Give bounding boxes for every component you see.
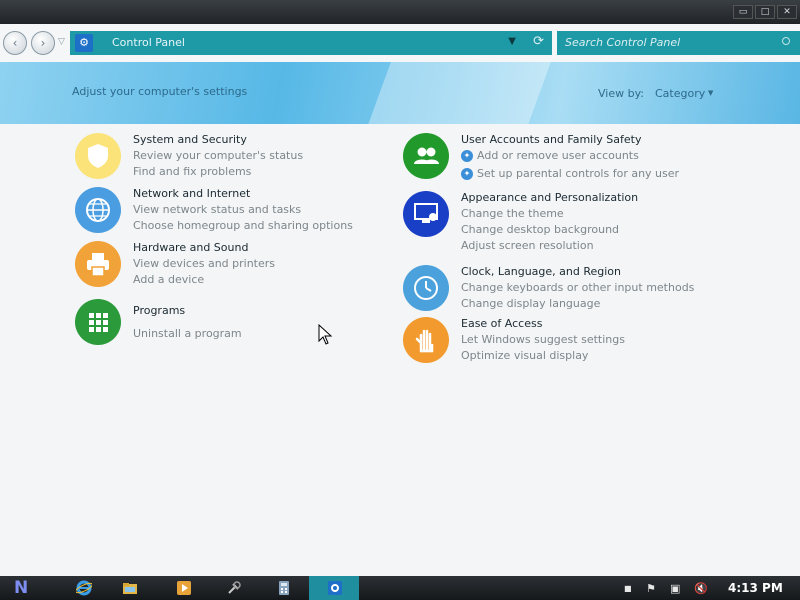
file-explorer-icon xyxy=(123,583,137,594)
close-button[interactable]: ✕ xyxy=(777,5,797,19)
category-link[interactable]: Add a device xyxy=(133,273,204,286)
category-link[interactable]: Change the theme xyxy=(461,207,564,220)
media-player-icon xyxy=(177,581,191,595)
category-clock-language: Clock, Language, and Region Change keybo… xyxy=(403,265,723,315)
apps-grid-icon[interactable] xyxy=(75,299,121,345)
uac-shield-icon: ✦ xyxy=(461,150,473,162)
category-title[interactable]: System and Security xyxy=(133,133,247,146)
globe-icon[interactable] xyxy=(75,187,121,233)
tray-overflow-icon[interactable]: ■ xyxy=(624,584,632,593)
taskbar-internet-explorer[interactable] xyxy=(58,576,108,600)
category-link[interactable]: View devices and printers xyxy=(133,257,275,270)
uac-shield-icon: ✦ xyxy=(461,168,473,180)
category-title[interactable]: Hardware and Sound xyxy=(133,241,248,254)
category-hardware-sound: Hardware and Sound View devices and prin… xyxy=(75,241,375,291)
network-icon[interactable]: ▣ xyxy=(670,582,680,595)
start-button[interactable]: N xyxy=(14,578,28,598)
minimize-button[interactable]: ▭ xyxy=(733,5,753,19)
flag-icon[interactable]: ⚑ xyxy=(646,582,656,595)
volume-muted-icon[interactable]: 🔇 xyxy=(694,582,708,595)
taskbar-media-player[interactable] xyxy=(158,576,208,600)
category-link[interactable]: Change desktop background xyxy=(461,223,619,236)
maximize-button[interactable]: □ xyxy=(755,5,775,19)
category-link[interactable]: Uninstall a program xyxy=(133,327,242,340)
category-link[interactable]: Find and fix problems xyxy=(133,165,251,178)
category-link[interactable]: Change keyboards or other input methods xyxy=(461,281,694,294)
category-title[interactable]: Programs xyxy=(133,304,185,317)
forward-button[interactable]: › xyxy=(31,31,55,55)
category-appearance: Appearance and Personalization Change th… xyxy=(403,191,723,255)
hand-icon[interactable] xyxy=(403,317,449,363)
mouse-cursor-icon xyxy=(318,324,333,345)
category-link[interactable]: Change display language xyxy=(461,297,600,310)
search-box[interactable]: Search Control Panel xyxy=(557,31,800,55)
address-toolbar: ‹ › ▽ ⚙ Control Panel ▼ ⟳ Search Control… xyxy=(0,24,800,62)
chevron-down-icon[interactable]: ▼ xyxy=(708,89,713,97)
monitor-icon[interactable] xyxy=(403,191,449,237)
address-bar[interactable]: ⚙ Control Panel ▼ ⟳ xyxy=(70,31,552,55)
category-ease-of-access: Ease of Access Let Windows suggest setti… xyxy=(403,317,723,367)
taskbar-file-explorer[interactable] xyxy=(104,576,154,600)
category-user-accounts: User Accounts and Family Safety ✦ Add or… xyxy=(403,133,723,183)
page-title: Adjust your computer's settings xyxy=(72,85,248,98)
category-title[interactable]: Ease of Access xyxy=(461,317,542,330)
control-panel-icon xyxy=(328,581,342,595)
search-icon[interactable] xyxy=(782,37,790,45)
users-icon[interactable] xyxy=(403,133,449,179)
view-by-label: View by: xyxy=(598,87,644,100)
search-input[interactable]: Search Control Panel xyxy=(565,36,680,49)
back-button[interactable]: ‹ xyxy=(3,31,27,55)
control-panel-icon: ⚙ xyxy=(75,34,93,52)
taskbar-calculator[interactable] xyxy=(258,576,308,600)
printer-icon[interactable] xyxy=(75,241,121,287)
link-label: Set up parental controls for any user xyxy=(477,167,680,180)
window-titlebar: ▭ □ ✕ xyxy=(0,0,800,24)
taskbar-tools[interactable] xyxy=(208,576,258,600)
link-label: Add or remove user accounts xyxy=(477,149,639,162)
category-link[interactable]: Adjust screen resolution xyxy=(461,239,594,252)
category-system-security: System and Security Review your computer… xyxy=(75,133,375,183)
clock-icon[interactable] xyxy=(403,265,449,311)
category-title[interactable]: Appearance and Personalization xyxy=(461,191,638,204)
category-link[interactable]: Choose homegroup and sharing options xyxy=(133,219,353,232)
refresh-button[interactable]: ⟳ xyxy=(533,34,544,49)
recent-pages-dropdown[interactable]: ▽ xyxy=(58,37,65,47)
taskbar-clock[interactable]: 4:13 PM xyxy=(728,581,783,595)
category-link[interactable]: ✦ Set up parental controls for any user xyxy=(461,167,679,180)
address-path[interactable]: Control Panel xyxy=(112,36,185,49)
taskbar-control-panel[interactable] xyxy=(309,576,359,600)
tools-icon xyxy=(228,581,241,594)
window-buttons: ▭ □ ✕ xyxy=(733,5,797,19)
calculator-icon xyxy=(279,581,289,595)
view-by-dropdown[interactable]: Category xyxy=(655,87,705,100)
address-dropdown-button[interactable]: ▼ xyxy=(508,36,516,47)
category-link[interactable]: Let Windows suggest settings xyxy=(461,333,625,346)
category-link[interactable]: Review your computer's status xyxy=(133,149,303,162)
category-title[interactable]: User Accounts and Family Safety xyxy=(461,133,641,146)
category-link[interactable]: View network status and tasks xyxy=(133,203,301,216)
category-title[interactable]: Clock, Language, and Region xyxy=(461,265,621,278)
category-link[interactable]: ✦ Add or remove user accounts xyxy=(461,149,639,162)
category-network-internet: Network and Internet View network status… xyxy=(75,187,375,237)
taskbar: N ■ ⚑ ▣ 🔇 4:13 PM xyxy=(0,576,800,600)
header-banner: Adjust your computer's settings View by:… xyxy=(0,62,800,124)
category-link[interactable]: Optimize visual display xyxy=(461,349,588,362)
shield-icon[interactable] xyxy=(75,133,121,179)
category-title[interactable]: Network and Internet xyxy=(133,187,250,200)
internet-explorer-icon xyxy=(76,580,92,596)
